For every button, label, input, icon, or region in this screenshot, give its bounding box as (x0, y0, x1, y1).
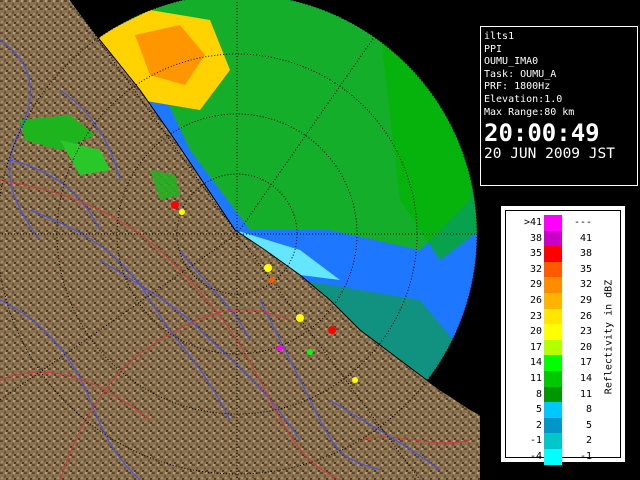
legend-frame: >41 --- 38 41 35 38 32 35 29 32 26 29 23 26 20 23 17 20 14… (505, 210, 621, 465)
prf-value: PRF: 1800Hz (484, 81, 551, 93)
legend-low-value: >41 (523, 217, 542, 228)
legend-low-value: 11 (529, 373, 542, 384)
legend-row: 26 29 (506, 293, 596, 309)
legend-high-value: --- (573, 217, 592, 228)
reflectivity-legend: >41 --- 38 41 35 38 32 35 29 32 26 29 23 26 20 23 17 20 14… (500, 205, 626, 465)
legend-high-value: 2 (585, 435, 592, 447)
radar-info-panel: ilts1 PPI OUMU_IMA0 Task: OUMU_A PRF: 18… (480, 26, 638, 186)
legend-high-value: 17 (579, 357, 592, 369)
legend-high-value: 5 (585, 419, 592, 431)
legend-high-value: 20 (579, 341, 592, 353)
legend-high-value: 23 (579, 326, 592, 338)
radar-name: ilts1 (484, 31, 515, 42)
legend-row: 20 23 (506, 324, 596, 341)
legend-swatch (544, 308, 562, 325)
legend-high-value: 29 (579, 295, 592, 306)
legend-high-value: 38 (579, 248, 592, 260)
legend-swatch (544, 433, 562, 450)
legend-row: 8 11 (506, 386, 596, 403)
legend-row: 11 14 (506, 371, 596, 387)
legend-row: 23 26 (506, 308, 596, 325)
legend-row: 29 32 (506, 277, 596, 294)
legend-high-value: 11 (579, 388, 592, 400)
legend-swatch (544, 246, 562, 263)
legend-swatch (544, 277, 562, 294)
legend-row: 32 35 (506, 261, 596, 278)
observation-date: 20 JUN 2009 JST (484, 146, 615, 163)
legend-low-value: 14 (529, 357, 542, 369)
legend-swatch (544, 261, 562, 278)
legend-low-value: 5 (535, 404, 542, 416)
legend-low-value: 20 (529, 326, 542, 338)
legend-low-value: 2 (535, 419, 542, 431)
observation-time: 20:00:49 (484, 119, 600, 148)
legend-low-value: 32 (529, 263, 542, 275)
legend-row: >41 --- (506, 215, 596, 231)
legend-swatch (544, 215, 562, 231)
scan-type: PPI (484, 43, 503, 55)
max-range-value: Max Range:80 km (484, 106, 575, 118)
legend-low-value: 29 (529, 279, 542, 291)
legend-high-value: 26 (579, 310, 592, 322)
task-name: Task: OUMU_A (484, 68, 557, 80)
legend-row: 35 38 (506, 246, 596, 263)
legend-row: 14 17 (506, 355, 596, 372)
elevation-value: Elevation:1.0 (484, 93, 563, 105)
site-code: OUMU_IMA0 (484, 56, 539, 68)
legend-row: -4 -1 (506, 449, 596, 465)
legend-swatch (544, 324, 562, 341)
legend-low-value: 8 (535, 388, 542, 400)
legend-axis-label: Reflectivity in dBZ (603, 279, 615, 395)
legend-low-value: -1 (529, 435, 542, 447)
legend-high-value: 32 (579, 279, 592, 291)
legend-low-value: -4 (529, 451, 542, 462)
legend-low-value: 35 (529, 248, 542, 260)
legend-row: 25 (506, 417, 596, 434)
legend-low-value: 26 (529, 295, 542, 306)
legend-high-value: 14 (579, 373, 592, 384)
legend-high-value: 41 (579, 232, 592, 244)
legend-swatch (544, 386, 562, 403)
legend-row: 58 (506, 402, 596, 419)
legend-row: -1 2 (506, 433, 596, 450)
legend-high-value: -1 (579, 451, 592, 462)
legend-swatch (544, 417, 562, 434)
legend-row: 17 20 (506, 339, 596, 356)
radar-display: ilts1 PPI OUMU_IMA0 Task: OUMU_A PRF: 18… (0, 0, 640, 480)
legend-swatch (544, 449, 562, 465)
legend-low-value: 23 (529, 310, 542, 322)
legend-low-value: 38 (529, 232, 542, 244)
legend-swatch (544, 230, 562, 247)
legend-swatch (544, 371, 562, 387)
legend-high-value: 35 (579, 263, 592, 275)
legend-swatch (544, 355, 562, 372)
legend-swatch (544, 402, 562, 419)
legend-swatch (544, 339, 562, 356)
legend-swatch (544, 293, 562, 309)
legend-low-value: 17 (529, 341, 542, 353)
legend-high-value: 8 (585, 404, 592, 416)
legend-row: 38 41 (506, 230, 596, 247)
